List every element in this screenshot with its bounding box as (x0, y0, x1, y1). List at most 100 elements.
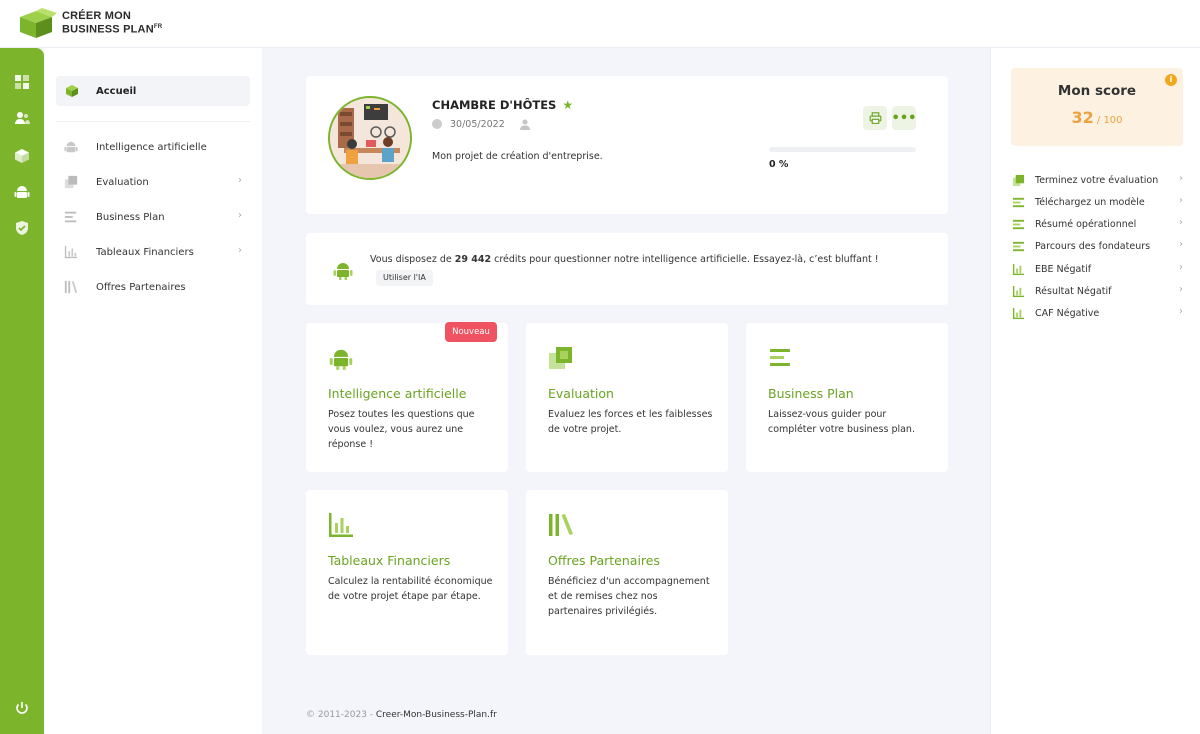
sidebar-item-evaluation[interactable]: Evaluation › (56, 170, 250, 194)
credits-suffix: crédits pour questionner notre intellige… (491, 254, 879, 265)
chevron-right-icon: › (1179, 262, 1183, 273)
score-item-label: EBE Négatif (1035, 263, 1092, 275)
footer-site-link[interactable]: Creer-Mon-Business-Plan.fr (376, 710, 497, 720)
score-item-label: Téléchargez un modèle (1035, 196, 1145, 208)
bar-chart-icon (64, 245, 78, 259)
project-avatar[interactable] (328, 96, 412, 180)
icon-rail (0, 48, 44, 734)
books-icon (64, 280, 78, 294)
cube-logo-icon (16, 7, 58, 39)
feature-card-tableaux-financiers[interactable]: Tableaux Financiers Calculez la rentabil… (306, 490, 508, 655)
chevron-right-icon: › (1179, 195, 1183, 206)
feature-title: Business Plan (768, 386, 854, 401)
credits-amount: 29 442 (454, 254, 492, 265)
lines-icon (1011, 239, 1025, 253)
score-item-label: Résumé opérationnel (1035, 218, 1137, 230)
lines-icon (64, 210, 78, 224)
android-icon (64, 140, 78, 154)
sidebar-item-label: Offres Partenaires (96, 281, 186, 293)
feature-description: Calculez la rentabilité économique de vo… (328, 576, 493, 602)
android-icon (328, 345, 354, 371)
chevron-right-icon: › (238, 175, 242, 186)
score-max: / 100 (1093, 115, 1123, 126)
bar-chart-icon (328, 512, 354, 538)
users-icon[interactable] (12, 108, 32, 128)
power-icon[interactable] (12, 698, 32, 718)
shield-check-icon[interactable] (12, 218, 32, 238)
new-badge: Nouveau (445, 322, 497, 342)
feature-card-offres-partenaires[interactable]: Offres Partenaires Bénéficiez d'un accom… (526, 490, 728, 655)
project-progress-bar (769, 147, 916, 152)
score-item-label: Terminez votre évaluation (1035, 174, 1159, 186)
brand-line-1: CRÉER MON (62, 9, 132, 22)
credits-prefix: Vous disposez de (370, 254, 455, 265)
feature-title: Offres Partenaires (548, 553, 660, 568)
footer-copyright: © 2011-2023 - (306, 710, 376, 720)
chevron-right-icon: › (238, 210, 242, 221)
score-title: Mon score (1057, 83, 1137, 99)
score-value: 32 / 100 (1011, 108, 1183, 127)
brand-suffix: FR (153, 23, 163, 30)
score-item-caf[interactable]: CAF Négative › (1011, 305, 1183, 321)
score-item-evaluation[interactable]: Terminez votre évaluation › (1011, 172, 1183, 188)
score-item-resume[interactable]: Résumé opérationnel › (1011, 216, 1183, 232)
sidebar-item-offres-partenaires[interactable]: Offres Partenaires (56, 275, 250, 299)
feature-description: Laissez-vous guider pour compléter votre… (768, 409, 915, 435)
feature-title: Tableaux Financiers (328, 553, 451, 568)
android-icon[interactable] (12, 182, 32, 202)
score-panel: i Mon score 32 / 100 Terminez votre éval… (990, 48, 1200, 734)
brand-logo[interactable]: CRÉER MON BUSINESS PLANFR (16, 7, 162, 39)
chevron-right-icon: › (1179, 173, 1183, 184)
lines-icon (768, 345, 794, 371)
dashboard-icon[interactable] (12, 72, 32, 92)
project-description: Mon projet de création d'entreprise. (432, 151, 603, 162)
feature-description: Evaluez les forces et les faiblesses de … (548, 409, 713, 435)
feature-card-intelligence-artificielle[interactable]: Nouveau Intelligence artificielle Posez … (306, 322, 508, 472)
score-item-fondateurs[interactable]: Parcours des fondateurs › (1011, 238, 1183, 254)
project-card: CHAMBRE D'HÔTES ★ 30/05/2022 Mon projet … (306, 76, 948, 214)
feature-title: Intelligence artificielle (328, 386, 467, 401)
brand-line-2: BUSINESS PLAN (62, 23, 154, 36)
print-button[interactable] (863, 106, 887, 130)
sidebar: Accueil Intelligence artificielle Evalua… (44, 48, 262, 734)
feature-description: Posez toutes les questions que vous voul… (328, 409, 475, 450)
feature-description: Bénéficiez d'un accompagnement et de rem… (548, 576, 710, 617)
user-icon (519, 118, 531, 130)
layers-icon (548, 345, 574, 371)
score-item-label: Résultat Négatif (1035, 285, 1112, 297)
use-ai-button[interactable]: Utiliser l'IA (376, 270, 433, 286)
cube-icon[interactable] (12, 146, 32, 166)
score-item-resultat[interactable]: Résultat Négatif › (1011, 283, 1183, 299)
chevron-right-icon: › (238, 245, 242, 256)
sidebar-item-intelligence-artificielle[interactable]: Intelligence artificielle (56, 135, 250, 159)
clock-icon (432, 119, 442, 129)
score-number: 32 (1071, 108, 1094, 127)
printer-icon (869, 111, 881, 124)
star-icon[interactable]: ★ (562, 98, 573, 112)
lines-icon (1011, 195, 1025, 209)
score-box: i Mon score 32 / 100 (1011, 68, 1183, 146)
feature-title: Evaluation (548, 386, 614, 401)
chevron-right-icon: › (1179, 284, 1183, 295)
cube-icon (64, 83, 80, 99)
sidebar-item-accueil[interactable]: Accueil (56, 76, 250, 106)
more-options-button[interactable]: ••• (892, 106, 916, 130)
bar-chart-icon (1011, 262, 1025, 276)
feature-card-evaluation[interactable]: Evaluation Evaluez les forces et les fai… (526, 323, 728, 472)
sidebar-item-label: Business Plan (96, 211, 165, 223)
sidebar-home-label: Accueil (96, 85, 137, 97)
score-item-label: Parcours des fondateurs (1035, 240, 1151, 252)
chevron-right-icon: › (1179, 217, 1183, 228)
books-icon (548, 512, 574, 538)
score-item-label: CAF Négative (1035, 307, 1100, 319)
bar-chart-icon (1011, 306, 1025, 320)
sidebar-item-label: Evaluation (96, 176, 149, 188)
score-item-modele[interactable]: Téléchargez un modèle › (1011, 194, 1183, 210)
sidebar-item-tableaux-financiers[interactable]: Tableaux Financiers › (56, 240, 250, 264)
top-bar: CRÉER MON BUSINESS PLANFR (0, 0, 1200, 48)
feature-card-business-plan[interactable]: Business Plan Laissez-vous guider pour c… (746, 323, 948, 472)
ai-credits-card: Vous disposez de 29 442 crédits pour que… (306, 233, 948, 305)
chevron-right-icon: › (1179, 239, 1183, 250)
score-item-ebe[interactable]: EBE Négatif › (1011, 261, 1183, 277)
sidebar-item-business-plan[interactable]: Business Plan › (56, 205, 250, 229)
